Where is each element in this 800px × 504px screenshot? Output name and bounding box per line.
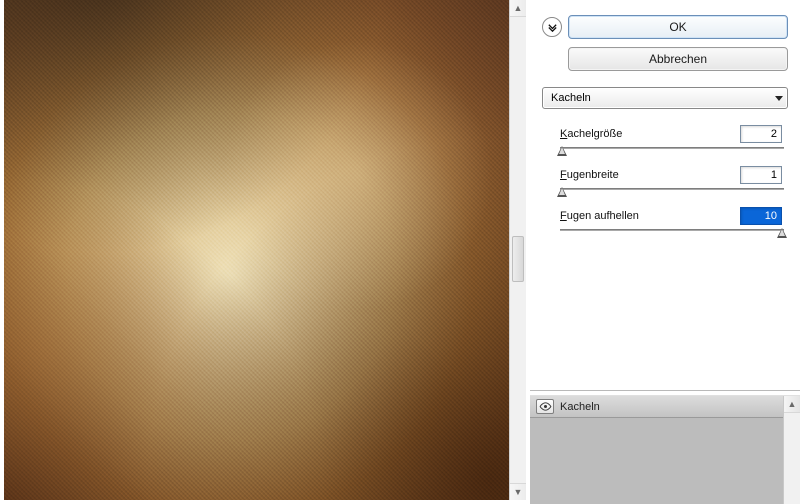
param-tile-size-input[interactable]	[740, 125, 782, 143]
settings-pane: OK Abbrechen Kacheln Kachelgröße Fugenbr…	[530, 0, 800, 504]
param-grout-width: Fugenbreite	[560, 166, 784, 199]
eye-icon	[539, 401, 552, 412]
param-lighten-grout-input[interactable]	[740, 207, 782, 225]
effects-list: Kacheln ▲	[530, 395, 800, 504]
scroll-track[interactable]	[510, 17, 526, 483]
param-row: Fugenbreite	[560, 166, 784, 184]
scroll-track[interactable]	[784, 413, 800, 504]
preview-wrap: ▲ ▼	[4, 0, 526, 500]
button-stack: OK Abbrechen	[568, 15, 788, 71]
slider-handle-icon[interactable]	[557, 187, 567, 197]
collapse-toggle-icon[interactable]	[542, 17, 562, 37]
param-lighten-grout-label: Fugen aufhellen	[560, 210, 639, 222]
preview-vertical-scrollbar[interactable]: ▲ ▼	[509, 0, 526, 500]
param-grout-width-input[interactable]	[740, 166, 782, 184]
scroll-down-button[interactable]: ▼	[510, 483, 526, 500]
effect-list-item[interactable]: Kacheln	[530, 396, 783, 418]
ok-button-label: OK	[669, 20, 686, 34]
cancel-button-label: Abbrechen	[649, 52, 707, 66]
scroll-up-button[interactable]: ▲	[510, 0, 526, 17]
cancel-button[interactable]: Abbrechen	[568, 47, 788, 71]
param-row: Fugen aufhellen	[560, 207, 784, 225]
visibility-toggle[interactable]	[536, 399, 554, 414]
filter-dropdown[interactable]: Kacheln	[542, 87, 788, 109]
effect-list-item-label: Kacheln	[560, 401, 600, 413]
scroll-thumb[interactable]	[512, 236, 524, 282]
slider-handle-icon[interactable]	[777, 228, 787, 238]
ok-button[interactable]: OK	[568, 15, 788, 39]
preview-pane: ▲ ▼	[0, 0, 530, 504]
param-row: Kachelgröße	[560, 125, 784, 143]
scroll-up-button[interactable]: ▲	[784, 396, 800, 413]
param-grout-width-slider[interactable]	[560, 187, 784, 199]
filter-dropdown-label: Kacheln	[551, 92, 591, 104]
chevron-down-icon	[775, 96, 783, 101]
param-grout-width-label: Fugenbreite	[560, 169, 619, 181]
param-lighten-grout: Fugen aufhellen	[560, 207, 784, 240]
preview-canvas[interactable]	[4, 0, 509, 500]
param-tile-size-slider[interactable]	[560, 146, 784, 158]
param-tile-size: Kachelgröße	[560, 125, 784, 158]
effects-list-track: Kacheln	[530, 396, 783, 504]
top-button-row: OK Abbrechen	[542, 15, 788, 71]
pane-separator	[530, 390, 800, 391]
slider-handle-icon[interactable]	[557, 146, 567, 156]
effects-vertical-scrollbar[interactable]: ▲	[783, 396, 800, 504]
param-lighten-grout-slider[interactable]	[560, 228, 784, 240]
param-tile-size-label: Kachelgröße	[560, 128, 622, 140]
parameter-list: Kachelgröße Fugenbreite Fugen aufhellen	[542, 125, 788, 240]
